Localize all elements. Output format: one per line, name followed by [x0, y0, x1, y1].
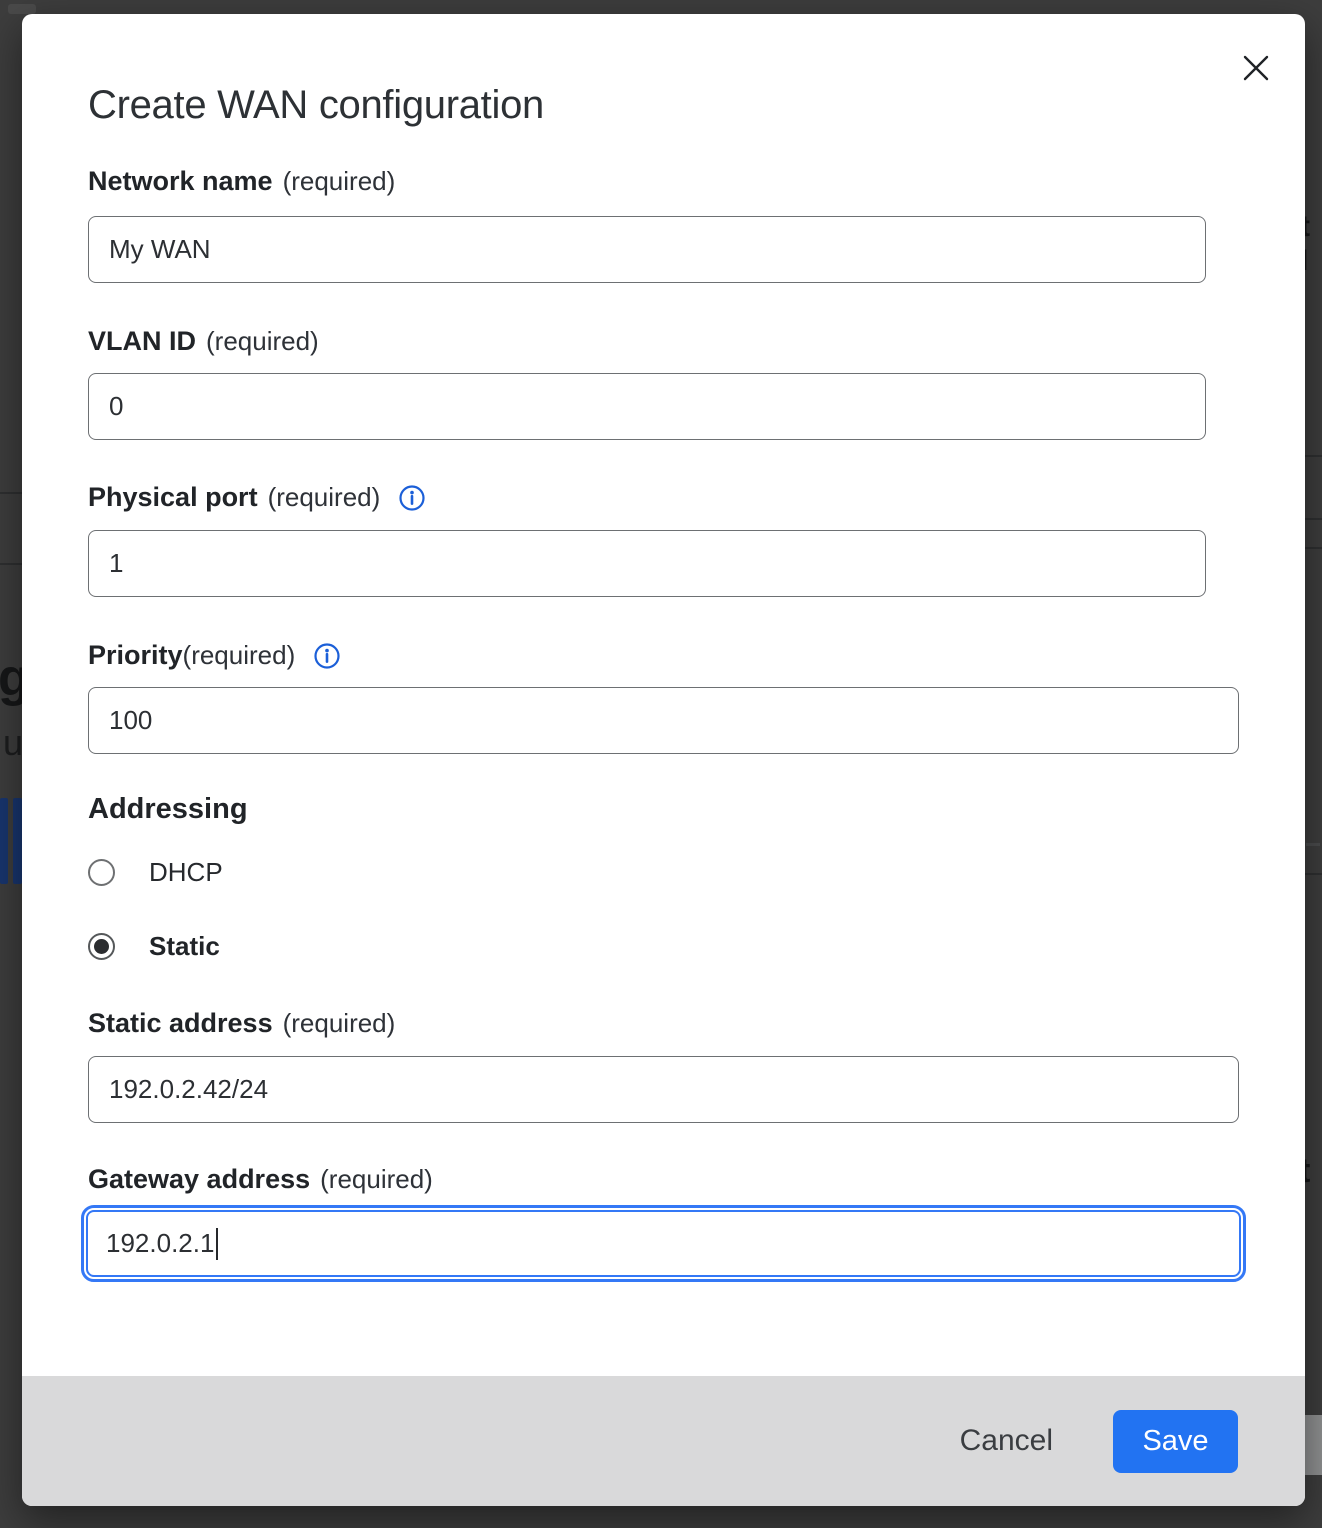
background-table-line [1305, 455, 1322, 457]
priority-label: Priority (required) [88, 640, 341, 671]
static-address-input[interactable] [88, 1056, 1239, 1123]
required-hint: (required) [283, 1008, 396, 1039]
close-icon[interactable] [1241, 53, 1271, 83]
radio-label: Static [149, 931, 220, 962]
background-dash-fragment [1306, 843, 1320, 846]
radio-label: DHCP [149, 857, 223, 888]
physical-port-label: Physical port (required) [88, 482, 426, 513]
field-label: Static address [88, 1008, 273, 1039]
background-table-line [0, 492, 22, 494]
priority-input[interactable] [88, 687, 1239, 754]
radio-selected-icon [88, 933, 115, 960]
background-text-fragment: u [3, 722, 23, 764]
background-table-line [1305, 518, 1322, 520]
background-page-fragment [1305, 1415, 1322, 1475]
text-cursor [216, 1228, 218, 1260]
field-label: Network name [88, 166, 273, 197]
network-name-label: Network name (required) [88, 166, 395, 197]
gateway-address-input[interactable]: 192.0.2.1 [86, 1210, 1241, 1277]
background-table-line [1305, 873, 1322, 875]
background-button-fragment [0, 798, 8, 884]
addressing-option-dhcp[interactable]: DHCP [88, 857, 223, 888]
gateway-address-value: 192.0.2.1 [106, 1228, 214, 1259]
dialog-footer: Cancel Save [22, 1376, 1305, 1506]
network-name-input[interactable] [88, 216, 1206, 283]
gateway-address-label: Gateway address (required) [88, 1164, 433, 1195]
background-table-line [0, 563, 22, 565]
cancel-button[interactable]: Cancel [950, 1418, 1063, 1464]
vlan-id-label: VLAN ID (required) [88, 326, 319, 357]
radio-unselected-icon [88, 859, 115, 886]
background-button-fragment [13, 798, 22, 884]
background-table-line [1305, 547, 1322, 549]
dialog-title: Create WAN configuration [88, 83, 544, 128]
addressing-heading: Addressing [88, 793, 248, 826]
required-hint: (required) [320, 1164, 433, 1195]
create-wan-configuration-dialog: Create WAN configuration Network name (r… [22, 14, 1305, 1506]
save-button[interactable]: Save [1113, 1410, 1238, 1473]
info-icon[interactable] [313, 642, 341, 670]
static-address-label: Static address (required) [88, 1008, 395, 1039]
background-page-fragment [8, 4, 36, 14]
required-hint: (required) [268, 482, 381, 513]
addressing-option-static[interactable]: Static [88, 931, 220, 962]
gateway-address-focus-ring: 192.0.2.1 [81, 1205, 1246, 1282]
field-label: Gateway address [88, 1164, 310, 1195]
required-hint: (required) [283, 166, 396, 197]
field-label: VLAN ID [88, 326, 196, 357]
required-hint: (required) [183, 640, 296, 671]
info-icon[interactable] [398, 484, 426, 512]
required-hint: (required) [206, 326, 319, 357]
field-label: Priority [88, 640, 183, 671]
physical-port-input[interactable] [88, 530, 1206, 597]
vlan-id-input[interactable] [88, 373, 1206, 440]
field-label: Physical port [88, 482, 258, 513]
